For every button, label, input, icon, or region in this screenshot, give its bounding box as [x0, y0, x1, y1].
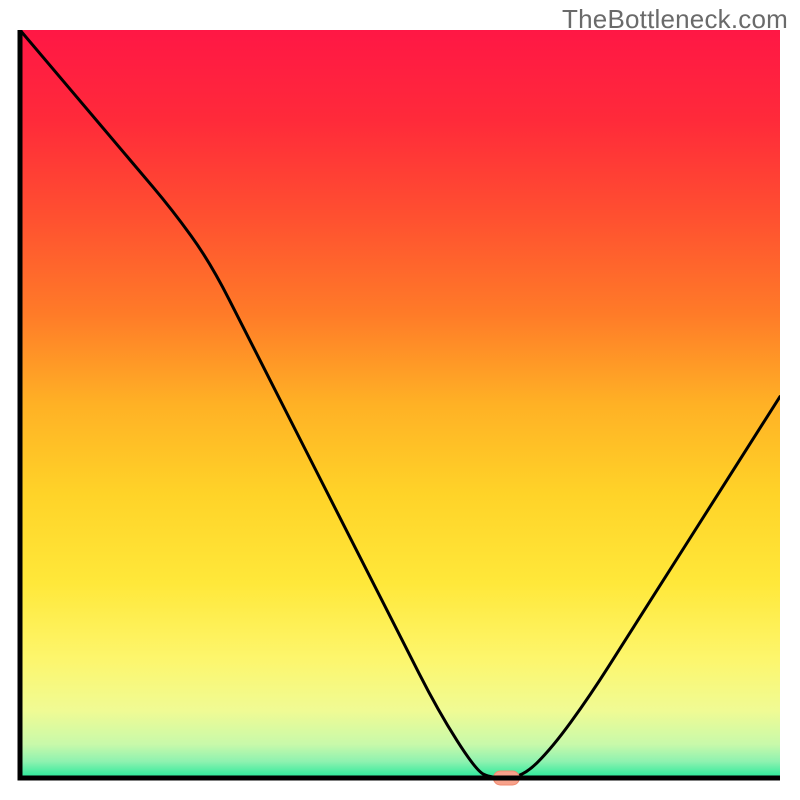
gradient-background [20, 30, 780, 778]
chart-svg [0, 0, 800, 800]
chart-stage: TheBottleneck.com [0, 0, 800, 800]
